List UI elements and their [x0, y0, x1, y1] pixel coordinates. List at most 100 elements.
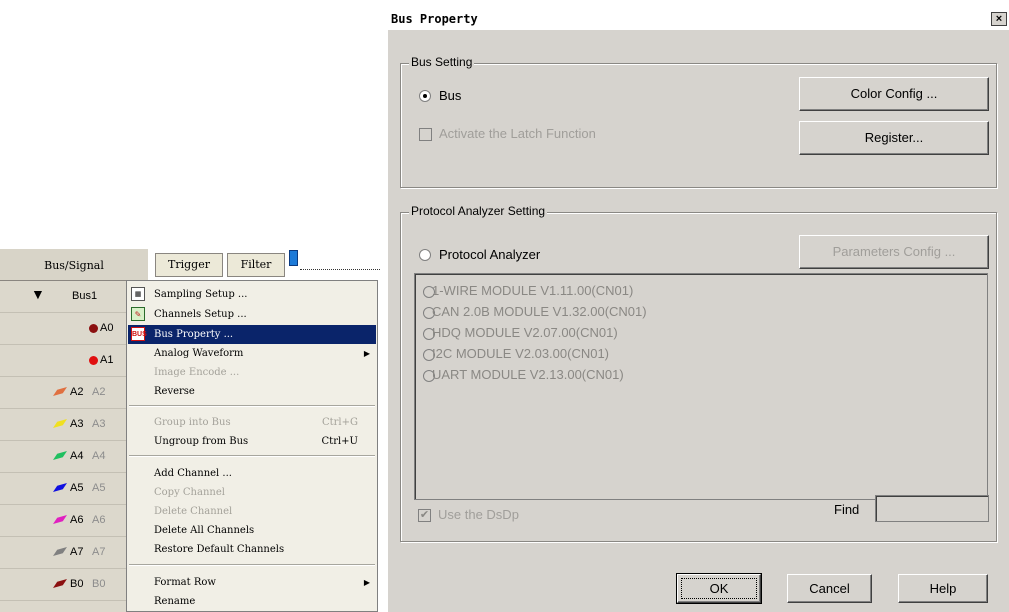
protocol-analyzer-legend: Protocol Analyzer Setting [409, 204, 548, 218]
menu-separator [129, 564, 375, 566]
latch-label: Activate the Latch Function [439, 126, 596, 141]
signal-label: A4 [70, 450, 84, 462]
bus-icon: BUS [131, 327, 147, 341]
menu-item-label: Reverse [154, 386, 195, 397]
sampling-icon: ▦ [131, 287, 145, 301]
menu-item-label: Channels Setup ... [154, 309, 247, 320]
menu-item-label: Sampling Setup ... [154, 289, 248, 300]
menu-shortcut: Ctrl+G [321, 417, 358, 428]
signal-alias: A6 [92, 514, 106, 526]
menu-item-label: Copy Channel [154, 487, 225, 498]
timeline-ruler [300, 268, 380, 270]
channel-color-icon [53, 387, 67, 396]
menu-item-label: Rename [154, 596, 196, 607]
menu-item-label: Group into Bus [154, 417, 231, 428]
menu-item-delete-channel: Delete Channel [128, 502, 376, 521]
marker-icon[interactable] [289, 250, 298, 266]
signal-alias: B0 [92, 578, 106, 590]
protocol-analyzer-radio[interactable] [419, 249, 431, 261]
channel-color-icon [53, 579, 67, 588]
signal-alias: A4 [92, 450, 106, 462]
signal-label: A1 [100, 354, 114, 366]
collapse-triangle-icon[interactable]: ▼ [31, 286, 45, 302]
focus-ring [681, 578, 757, 599]
channels-icon: ✎ [131, 307, 145, 321]
dialog-titlebar[interactable]: Bus Property × [388, 9, 1009, 30]
use-dsdp-label: Use the DsDp [438, 507, 519, 522]
ok-button[interactable]: OK [676, 573, 762, 604]
module-label: CAN 2.0B MODULE V1.32.00(CN01) [432, 304, 647, 319]
submenu-arrow-icon: ▶ [363, 578, 370, 587]
color-config-button[interactable]: Color Config ... [799, 77, 989, 111]
menu-item-label: Image Encode ... [154, 367, 240, 378]
menu-item-label: Add Channel ... [154, 468, 232, 479]
bus-setting-group: Bus Setting Bus Activate the Latch Funct… [400, 55, 997, 188]
signal-label: Bus1 [72, 290, 98, 302]
signal-label: B0 [70, 578, 84, 590]
use-dsdp-checkbox: ✔ [418, 509, 431, 522]
find-label: Find [834, 502, 860, 517]
bus-radio[interactable] [419, 90, 431, 102]
protocol-module-list: 1-WIRE MODULE V1.11.00(CN01) CAN 2.0B MO… [414, 273, 988, 500]
signal-label: A6 [70, 514, 84, 526]
menu-item-rename[interactable]: Rename [128, 592, 376, 611]
close-icon[interactable]: × [991, 12, 1007, 26]
bus-signal-header: Bus/Signal [0, 248, 148, 281]
menu-item-image-encode: Image Encode ... [128, 363, 376, 382]
protocol-analyzer-label[interactable]: Protocol Analyzer [439, 247, 540, 262]
menu-item-label: Ungroup from Bus [154, 436, 249, 447]
register-button[interactable]: Register... [799, 121, 989, 155]
signal-alias: A7 [92, 546, 106, 558]
menu-item-label: Restore Default Channels [154, 544, 285, 555]
bus-radio-label[interactable]: Bus [439, 88, 461, 103]
channel-color-icon [53, 515, 67, 524]
signal-label: A3 [70, 418, 84, 430]
find-input[interactable] [875, 495, 989, 522]
menu-item-label: Bus Property ... [154, 329, 234, 340]
menu-item-format-row[interactable]: Format Row ▶ [128, 573, 376, 592]
module-label: HDQ MODULE V2.07.00(CN01) [432, 325, 618, 340]
module-label: 1-WIRE MODULE V1.11.00(CN01) [432, 283, 634, 298]
menu-item-label: Analog Waveform [154, 348, 244, 359]
menu-shortcut: Ctrl+U [321, 436, 358, 447]
submenu-arrow-icon: ▶ [363, 349, 370, 358]
menu-item-delete-all-channels[interactable]: Delete All Channels [128, 521, 376, 540]
menu-item-analog-waveform[interactable]: Analog Waveform ▶ [128, 344, 376, 363]
bus-property-dialog: Bus Property × Bus Setting Bus Activate … [387, 9, 1009, 612]
bus-setting-legend: Bus Setting [409, 55, 475, 69]
menu-item-label: Delete Channel [154, 506, 233, 517]
module-label: UART MODULE V2.13.00(CN01) [432, 367, 624, 382]
parameters-config-button: Parameters Config ... [799, 235, 989, 269]
menu-item-channels-setup[interactable]: ✎ Channels Setup ... [128, 305, 376, 324]
menu-item-group-into-bus: Group into Bus Ctrl+G [128, 413, 376, 432]
filter-button[interactable]: Filter [227, 253, 285, 277]
menu-item-label: Delete All Channels [154, 525, 255, 536]
signal-label: A0 [100, 322, 114, 334]
menu-item-restore-default-channels[interactable]: Restore Default Channels [128, 540, 376, 559]
module-label: I2C MODULE V2.03.00(CN01) [432, 346, 610, 361]
channel-dot-icon [89, 356, 98, 365]
channel-color-icon [53, 483, 67, 492]
help-button[interactable]: Help [898, 574, 988, 603]
menu-item-ungroup-from-bus[interactable]: Ungroup from Bus Ctrl+U [128, 432, 376, 451]
signal-label: A7 [70, 546, 84, 558]
signal-label: A2 [70, 386, 84, 398]
menu-item-sampling-setup[interactable]: ▦ Sampling Setup ... [128, 285, 376, 304]
latch-checkbox [419, 128, 432, 141]
context-menu: ▦ Sampling Setup ... ✎ Channels Setup ..… [126, 280, 378, 612]
channel-color-icon [53, 419, 67, 428]
trigger-button[interactable]: Trigger [155, 253, 223, 277]
signal-label: A5 [70, 482, 84, 494]
signal-alias: A2 [92, 386, 106, 398]
cancel-button[interactable]: Cancel [787, 574, 872, 603]
signal-alias: A3 [92, 418, 106, 430]
channel-color-icon [53, 451, 67, 460]
signal-alias: A5 [92, 482, 106, 494]
channel-color-icon [53, 547, 67, 556]
dialog-title: Bus Property [391, 12, 478, 26]
menu-item-reverse[interactable]: Reverse [128, 382, 376, 401]
menu-separator [129, 455, 375, 457]
menu-item-bus-property[interactable]: BUS Bus Property ... [128, 325, 376, 344]
menu-item-copy-channel: Copy Channel [128, 483, 376, 502]
menu-item-add-channel[interactable]: Add Channel ... [128, 464, 376, 483]
